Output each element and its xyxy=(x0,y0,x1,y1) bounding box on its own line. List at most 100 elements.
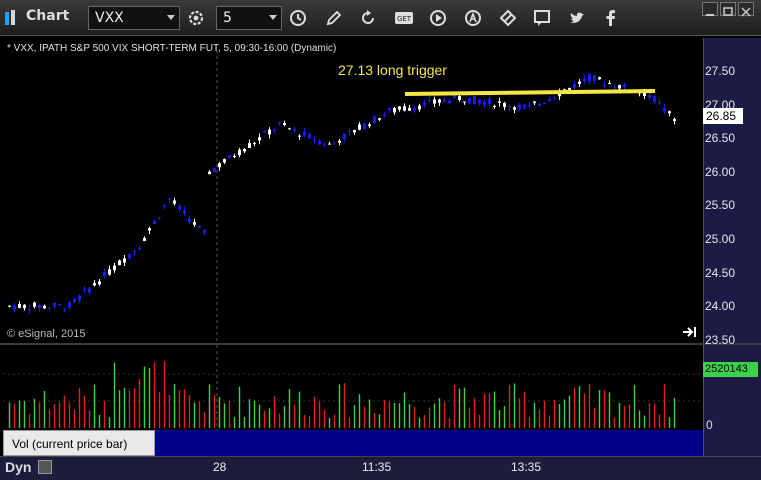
lock-icon[interactable] xyxy=(38,460,52,474)
candle-body xyxy=(513,107,516,110)
candle-body xyxy=(568,87,571,90)
candle-body xyxy=(28,308,31,310)
candle-body xyxy=(258,137,261,141)
candle-body xyxy=(523,104,526,107)
candle-body xyxy=(263,131,266,133)
candle-body xyxy=(363,123,366,130)
candle-body xyxy=(658,102,661,104)
candle-body xyxy=(498,101,501,103)
candle-body xyxy=(388,108,391,110)
candle-body xyxy=(503,102,506,107)
candle-body xyxy=(593,75,596,82)
price-tick: 24.50 xyxy=(705,265,736,280)
volume-bars-group xyxy=(8,361,676,428)
copyright-label: © eSignal, 2015 xyxy=(7,328,86,340)
candle-body xyxy=(408,107,411,111)
candle-body xyxy=(103,272,106,277)
candle-body xyxy=(308,133,311,139)
candle-body xyxy=(393,108,396,113)
last-price-badge: 26.85 xyxy=(703,108,743,124)
candle-body xyxy=(118,260,121,266)
candle-body xyxy=(303,131,306,136)
price-tick: 25.00 xyxy=(705,232,736,246)
candle-body xyxy=(228,155,231,158)
volume-study-label[interactable]: Vol (current price bar) xyxy=(3,430,155,456)
candle-body xyxy=(223,159,226,163)
candle-body xyxy=(433,99,436,104)
close-study-icon[interactable]: × xyxy=(143,430,152,443)
candle-body xyxy=(298,135,301,137)
candle-body xyxy=(63,309,66,311)
candle-body xyxy=(398,106,401,110)
candle-body xyxy=(543,103,546,105)
candle-body xyxy=(153,221,156,225)
candle-body xyxy=(128,254,131,258)
candle-body xyxy=(483,101,486,106)
candle-body xyxy=(88,288,91,293)
candle-body xyxy=(423,102,426,106)
candle-body xyxy=(58,304,61,306)
candle-body xyxy=(478,99,481,104)
candle-body xyxy=(148,228,151,231)
candle-body xyxy=(548,99,551,102)
candle-body xyxy=(413,108,416,111)
candle-body xyxy=(438,99,441,103)
chart-header: * VXX, IPATH S&P 500 VIX SHORT-TERM FUT,… xyxy=(7,43,337,54)
candle-body xyxy=(183,210,186,214)
candle-body xyxy=(443,100,446,103)
candle-body xyxy=(663,107,666,112)
candle-body xyxy=(68,302,71,308)
candle-body xyxy=(243,149,246,152)
candle-body xyxy=(328,143,331,145)
trigger-annotation: 27.13 long trigger xyxy=(338,62,447,78)
candle-body xyxy=(463,101,466,103)
candle-body xyxy=(533,101,536,104)
candle-body xyxy=(488,98,491,104)
price-tick: 27.50 xyxy=(705,64,736,78)
candle-body xyxy=(203,230,206,233)
candle-body xyxy=(158,217,161,219)
time-label-28: 28 xyxy=(213,460,227,474)
time-label-1335: 13:35 xyxy=(511,460,542,474)
candle-body xyxy=(278,122,281,124)
dynamic-label[interactable]: Dyn xyxy=(5,459,31,475)
candle-body xyxy=(518,104,521,109)
candle-body xyxy=(458,96,461,100)
candle-body xyxy=(138,248,141,250)
candle-body xyxy=(108,269,111,275)
candle-body xyxy=(218,163,221,168)
volume-badge: 2520143 xyxy=(703,362,758,377)
candle-body xyxy=(353,129,356,133)
candle-body xyxy=(93,283,96,286)
candle-body xyxy=(53,303,56,307)
candle-body xyxy=(578,81,581,84)
candle-body xyxy=(253,142,256,144)
candle-body xyxy=(418,105,421,110)
candle-body xyxy=(313,140,316,142)
candle-body xyxy=(208,171,211,175)
candle-body xyxy=(378,118,381,120)
candle-body xyxy=(538,103,541,106)
candle-body xyxy=(493,105,496,107)
price-tick: 23.50 xyxy=(705,332,736,347)
trigger-line xyxy=(404,89,656,96)
candle-body xyxy=(403,106,406,111)
candle-body xyxy=(283,123,286,126)
candle-body xyxy=(78,295,81,301)
candle-body xyxy=(318,140,321,145)
volume-zero-tick: 0 xyxy=(706,418,713,432)
candle-body xyxy=(673,119,676,121)
candle-body xyxy=(133,251,136,253)
candle-body xyxy=(623,84,626,88)
candle-body xyxy=(273,129,276,131)
candle-body xyxy=(508,105,511,108)
candle-body xyxy=(113,265,116,271)
scroll-to-end-icon[interactable] xyxy=(682,325,698,339)
time-label-1135: 11:35 xyxy=(362,460,392,474)
candle-body xyxy=(573,84,576,88)
candle-body xyxy=(173,200,176,204)
price-tick: 26.50 xyxy=(705,131,736,146)
candle-body xyxy=(373,116,376,124)
candle-body xyxy=(43,305,46,309)
candle-body xyxy=(33,302,36,307)
